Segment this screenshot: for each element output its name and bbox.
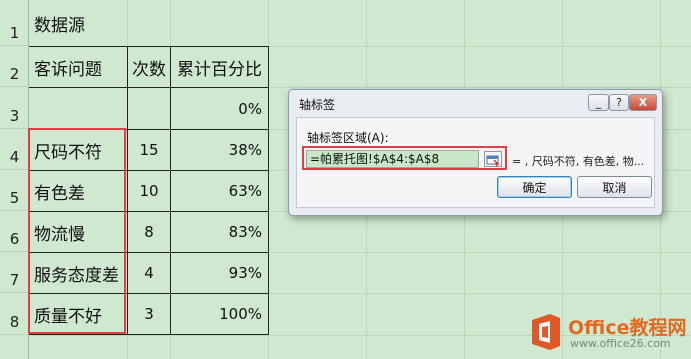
range-field-label: 轴标签区域(A): xyxy=(307,131,389,145)
row-number-label: 5 xyxy=(9,189,20,207)
row-number-5[interactable]: 5 xyxy=(0,170,29,211)
range-input-highlight-box xyxy=(302,146,507,170)
header-issue[interactable]: 客诉问题 xyxy=(30,47,127,87)
range-preview-text: = , 尺码不符, 有色差, 物... xyxy=(512,155,645,168)
sheet-title[interactable]: 数据源 xyxy=(30,4,170,42)
header-cumulative-percent[interactable]: 累计百分比 xyxy=(171,47,268,87)
help-button[interactable]: ? xyxy=(609,94,629,111)
collapse-dialog-button[interactable] xyxy=(484,151,502,167)
cell-count[interactable]: 3 xyxy=(128,294,170,334)
office-watermark: Office教程网 www.office26.com xyxy=(528,310,688,354)
row-number-label: 1 xyxy=(9,24,20,42)
cell-count[interactable]: 15 xyxy=(128,130,170,170)
row-number-label: 6 xyxy=(9,230,20,248)
minimize-button[interactable]: _ xyxy=(588,94,609,111)
range-select-icon xyxy=(486,155,500,167)
watermark-url: www.office26.com xyxy=(570,337,671,350)
cell-percent[interactable]: 100% xyxy=(171,294,268,334)
row-number-3[interactable]: 3 xyxy=(0,87,29,129)
watermark-title: Office教程网 xyxy=(568,317,687,339)
office-logo-icon xyxy=(532,314,560,350)
row-number-label: 8 xyxy=(9,313,20,331)
table-border xyxy=(268,46,269,335)
row-number-4[interactable]: 4 xyxy=(0,129,29,170)
close-button[interactable]: X xyxy=(629,94,657,111)
cell-count[interactable]: 4 xyxy=(128,253,170,293)
cell-count[interactable]: 10 xyxy=(128,171,170,211)
row-number-label: 7 xyxy=(9,271,20,289)
range-highlight-box xyxy=(28,128,126,334)
row-number-label: 2 xyxy=(9,65,20,83)
row-number-1[interactable]: 1 xyxy=(0,0,29,46)
row-number-label: 4 xyxy=(9,148,20,166)
cell-percent[interactable]: 83% xyxy=(171,212,268,252)
row-number-2[interactable]: 2 xyxy=(0,46,29,87)
header-count[interactable]: 次数 xyxy=(128,47,170,87)
table-border xyxy=(29,334,269,335)
row-number-7[interactable]: 7 xyxy=(0,252,29,293)
cell-percent[interactable]: 63% xyxy=(171,171,268,211)
cancel-button[interactable]: 取消 xyxy=(577,176,652,198)
ok-button[interactable]: 确定 xyxy=(497,176,572,198)
row-number-6[interactable]: 6 xyxy=(0,211,29,252)
cell-count[interactable]: 8 xyxy=(128,212,170,252)
cell-percent-row3[interactable]: 0% xyxy=(171,88,268,129)
cell-percent[interactable]: 38% xyxy=(171,130,268,170)
row-number-8[interactable]: 8 xyxy=(0,293,29,335)
row-number-label: 3 xyxy=(9,107,20,125)
dialog-title: 轴标签 xyxy=(299,98,336,112)
cell-percent[interactable]: 93% xyxy=(171,253,268,293)
